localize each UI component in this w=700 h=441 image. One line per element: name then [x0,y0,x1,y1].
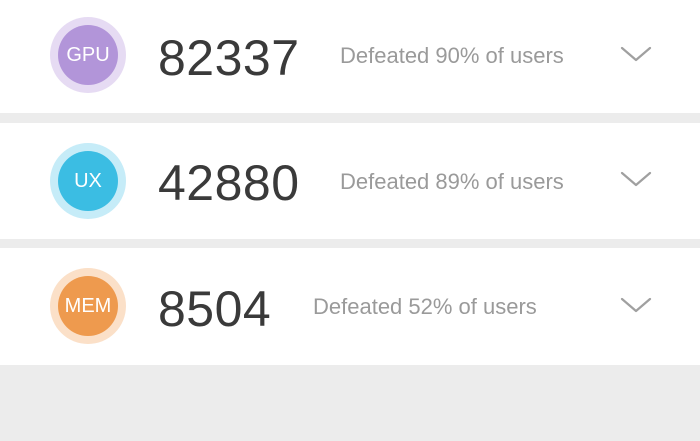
ux-badge-label: UX [58,151,118,211]
ux-badge: UX [50,143,126,219]
gpu-score: 82337 [158,30,300,86]
chevron-down-icon[interactable] [618,287,654,323]
benchmark-results-screen: GPU 82337 Defeated 90% of users UX 42880… [0,0,700,441]
score-card-mem[interactable]: MEM 8504 Defeated 52% of users [0,248,700,365]
mem-badge: MEM [50,268,126,344]
score-card-gpu[interactable]: GPU 82337 Defeated 90% of users [0,0,700,113]
chevron-down-icon[interactable] [618,36,654,72]
gpu-badge-label: GPU [58,25,118,85]
score-card-ux[interactable]: UX 42880 Defeated 89% of users [0,123,700,239]
chevron-down-icon[interactable] [618,161,654,197]
ux-score: 42880 [158,155,300,211]
mem-defeated-text: Defeated 52% of users [313,294,537,319]
gpu-badge: GPU [50,17,126,93]
gpu-defeated-text: Defeated 90% of users [340,43,564,68]
mem-badge-label: MEM [58,276,118,336]
ux-defeated-text: Defeated 89% of users [340,169,564,194]
mem-score: 8504 [158,281,272,337]
